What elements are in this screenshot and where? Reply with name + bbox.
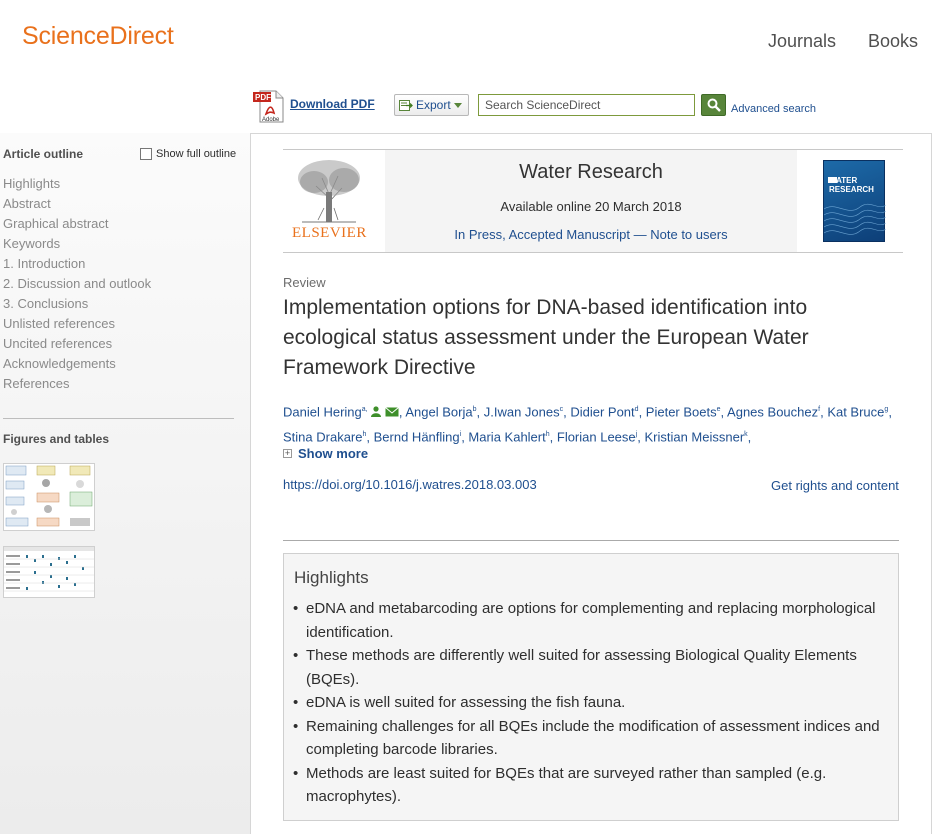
advanced-search-link[interactable]: Advanced search [731, 103, 816, 115]
author-link[interactable]: Bernd Hänfling [374, 430, 460, 445]
highlight-item: Methods are least suited for BQEs that a… [293, 762, 888, 809]
show-full-outline-checkbox[interactable] [140, 148, 152, 160]
journal-cover-title: WATER RESEARCH [829, 176, 874, 194]
elsevier-wordmark: ELSEVIER [292, 225, 367, 241]
author-link[interactable]: Stina Drakare [283, 430, 362, 445]
nav-journals[interactable]: Journals [768, 31, 836, 52]
author-link[interactable]: Florian Leese [557, 430, 636, 445]
download-pdf-link[interactable]: Download PDF [290, 97, 375, 111]
author-affiliation[interactable]: h [362, 431, 366, 438]
author-link[interactable]: Angel Borja [405, 404, 472, 419]
export-icon [399, 99, 413, 111]
content-divider [283, 540, 899, 541]
author-affiliation[interactable]: i [460, 431, 462, 438]
author-affiliation[interactable]: c [560, 406, 564, 413]
author-link[interactable]: Agnes Bouchez [727, 404, 818, 419]
journal-cover[interactable] [823, 160, 887, 242]
search-icon [707, 98, 721, 112]
highlight-item: eDNA and metabarcoding are options for c… [293, 597, 888, 644]
outline-item-discussion[interactable]: 2. Discussion and outlook [3, 276, 151, 291]
outline-item-references[interactable]: References [3, 376, 69, 391]
highlight-item: These methods are differently well suite… [293, 644, 888, 691]
figure-thumbnail-1[interactable] [3, 463, 95, 531]
author-link[interactable]: J.Iwan Jones [484, 404, 560, 419]
outline-item-highlights[interactable]: Highlights [3, 176, 60, 191]
export-label: Export [416, 98, 451, 112]
export-button[interactable]: Export [394, 94, 469, 116]
author-link[interactable]: Pieter Boets [646, 404, 717, 419]
highlight-item: eDNA is well suited for assessing the fi… [293, 691, 888, 715]
get-rights-link[interactable]: Get rights and content [771, 478, 899, 493]
show-more-label: Show more [298, 446, 369, 461]
journal-title[interactable]: Water Research [385, 161, 797, 184]
outline-item-unlisted-references[interactable]: Unlisted references [3, 316, 115, 331]
sidebar-divider [3, 418, 234, 419]
author-affiliation[interactable]: d [635, 406, 639, 413]
author-link[interactable]: Kristian Meissner [644, 430, 744, 445]
figure-thumbnail-2[interactable] [3, 546, 95, 598]
in-press-notice: In Press, Accepted Manuscript — Note to … [385, 227, 797, 242]
pdf-icon[interactable]: PDF Adobe [252, 89, 285, 123]
person-icon[interactable] [371, 406, 382, 418]
author-link[interactable]: Didier Pont [570, 404, 634, 419]
note-to-users-link[interactable]: Note to users [650, 227, 727, 242]
search-button[interactable] [701, 94, 726, 116]
article-outline-title: Article outline [3, 147, 84, 161]
available-online-date: Available online 20 March 2018 [500, 199, 682, 214]
envelope-icon[interactable] [385, 407, 399, 417]
in-press-link[interactable]: In Press, Accepted Manuscript [454, 227, 630, 242]
pdf-icon-brand: Adobe [262, 117, 280, 123]
show-full-outline-toggle[interactable]: Show full outline [140, 148, 236, 160]
outline-item-abstract[interactable]: Abstract [3, 196, 51, 211]
author-affiliation[interactable]: a, [362, 406, 368, 413]
author-link[interactable]: Maria Kahlert [468, 430, 545, 445]
search-input[interactable] [478, 94, 695, 116]
author-affiliation[interactable]: j [636, 431, 638, 438]
outline-item-keywords[interactable]: Keywords [3, 236, 60, 251]
author-affiliation[interactable]: g [884, 406, 888, 413]
pdf-icon-label: PDF [255, 93, 271, 102]
highlights-title: Highlights [294, 568, 369, 587]
author-list: Daniel Heringa, , Angel Borjab, J.Iwan J… [283, 404, 892, 445]
plus-icon: + [283, 448, 292, 458]
author-affiliation[interactable]: k [744, 431, 748, 438]
show-full-outline-label: Show full outline [156, 148, 237, 160]
figures-and-tables-title: Figures and tables [3, 432, 110, 446]
nav-books[interactable]: Books [868, 31, 918, 52]
outline-item-graphical-abstract[interactable]: Graphical abstract [3, 216, 109, 231]
outline-item-acknowledgements[interactable]: Acknowledgements [3, 356, 116, 371]
highlights-list: eDNA and metabarcoding are options for c… [293, 597, 888, 809]
highlight-item: Remaining challenges for all BQEs includ… [293, 715, 888, 762]
outline-item-introduction[interactable]: 1. Introduction [3, 256, 85, 271]
outline-item-uncited-references[interactable]: Uncited references [3, 336, 112, 351]
chevron-down-icon [453, 102, 462, 108]
sciencedirect-logo[interactable]: ScienceDirect [22, 22, 174, 51]
author-affiliation[interactable]: h [546, 431, 550, 438]
article-type-label: Review [283, 275, 326, 290]
show-more-authors-button[interactable]: + Show more [283, 446, 368, 461]
outline-item-conclusions[interactable]: 3. Conclusions [3, 296, 88, 311]
article-title: Implementation options for DNA-based ide… [283, 296, 809, 379]
in-press-separator: — [633, 227, 647, 242]
author-affiliation[interactable]: b [473, 406, 477, 413]
author-affiliation[interactable]: e [717, 406, 721, 413]
doi-link[interactable]: https://doi.org/10.1016/j.watres.2018.03… [283, 477, 537, 492]
author-link[interactable]: Kat Bruce [827, 404, 884, 419]
author-link[interactable]: Daniel Hering [283, 404, 362, 419]
author-affiliation[interactable]: f [818, 406, 820, 413]
